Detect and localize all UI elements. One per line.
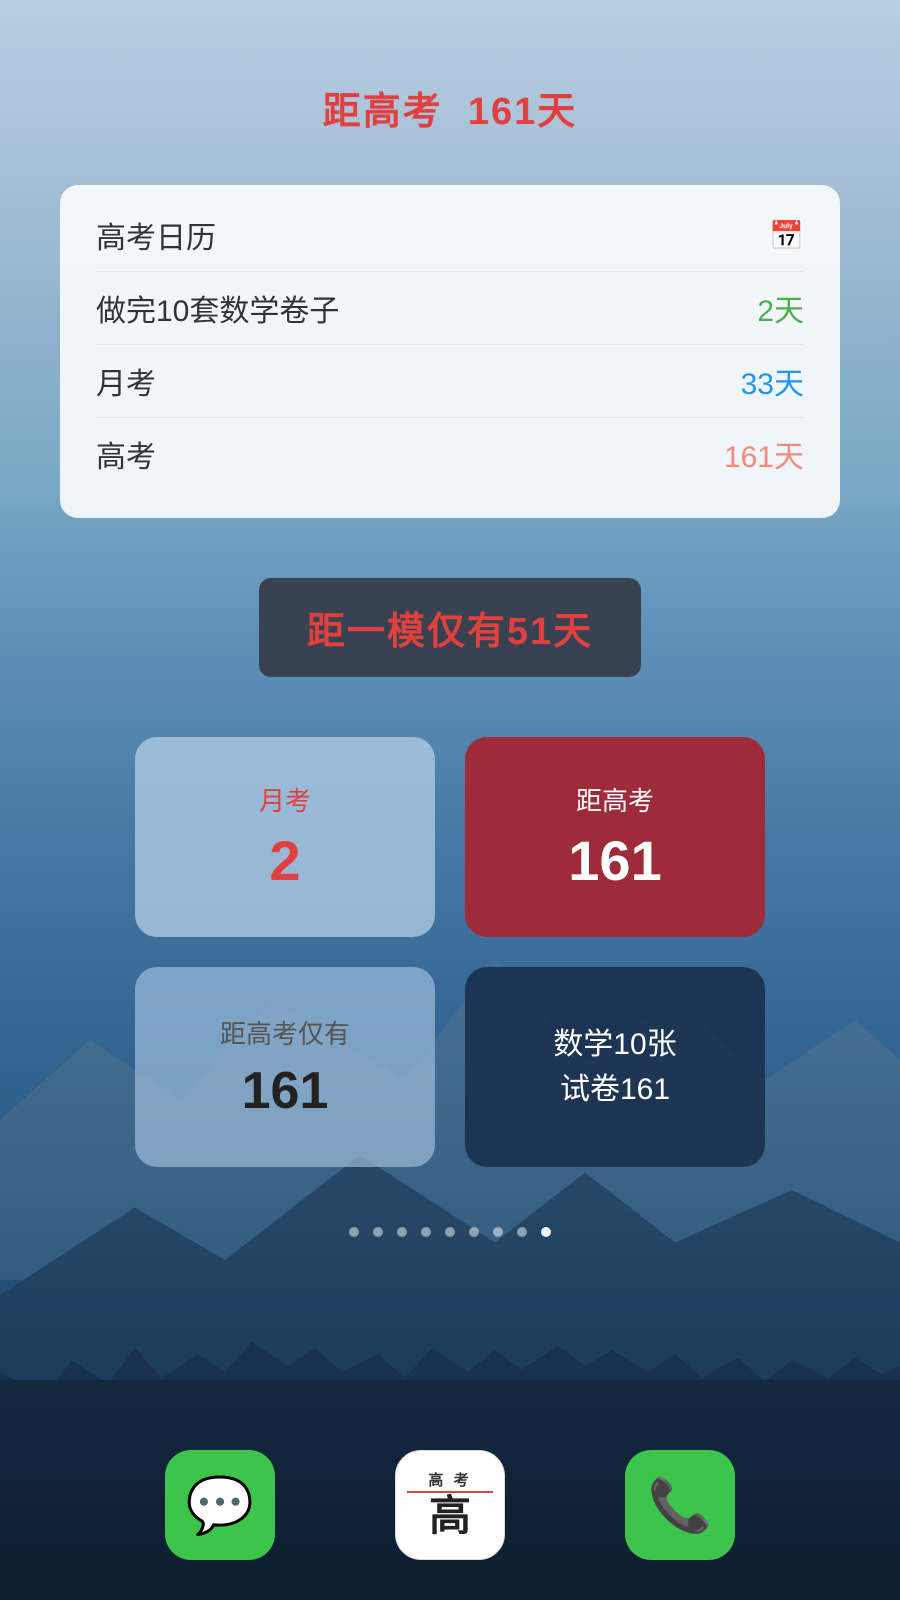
gaokao-top-text: 高 考 (407, 1473, 493, 1493)
dot-2[interactable] (373, 1227, 383, 1237)
gaokao-char: 高 (429, 1495, 471, 1537)
dock-gaokao[interactable]: 高 考 高 (395, 1450, 505, 1560)
dot-9[interactable] (541, 1227, 551, 1237)
widget-monthly-label: 月考 (259, 781, 311, 818)
card-title-row: 高考日历 📅 (96, 213, 804, 272)
widget-gaokao-only-label: 距高考仅有 (220, 1014, 350, 1051)
widget-gaokao-only-number: 161 (242, 1061, 329, 1121)
widget-gaokao[interactable]: 距高考 161 (465, 737, 765, 937)
banner[interactable]: 距一模仅有51天 (259, 578, 641, 677)
card-row-monthly-value: 33天 (741, 359, 804, 403)
card-row-monthly[interactable]: 月考 33天 (96, 345, 804, 418)
page-dots (349, 1227, 551, 1237)
card-row-monthly-label: 月考 (96, 359, 156, 403)
card-widget: 高考日历 📅 做完10套数学卷子 2天 月考 33天 高考 161天 (60, 185, 840, 518)
dock-messages[interactable]: 💬 (165, 1450, 275, 1560)
dot-1[interactable] (349, 1227, 359, 1237)
dot-7[interactable] (493, 1227, 503, 1237)
dot-6[interactable] (469, 1227, 479, 1237)
dot-4[interactable] (421, 1227, 431, 1237)
dot-3[interactable] (397, 1227, 407, 1237)
card-row-gaokao-value: 161天 (724, 432, 804, 476)
widget-monthly[interactable]: 月考 2 (135, 737, 435, 937)
widget-monthly-number: 2 (269, 828, 300, 893)
card-title: 高考日历 (96, 213, 216, 257)
dock: 💬 高 考 高 📞 (0, 1450, 900, 1560)
dot-8[interactable] (517, 1227, 527, 1237)
card-row-math-value: 2天 (757, 286, 804, 330)
top-countdown-days: 161天 (468, 91, 577, 133)
card-row-math-label: 做完10套数学卷子 (96, 286, 339, 330)
widget-gaokao-number: 161 (568, 828, 661, 893)
top-countdown-label: 距高考 (323, 91, 443, 133)
widget-math[interactable]: 数学10张 试卷161 (465, 967, 765, 1167)
card-row-gaokao-label: 高考 (96, 432, 156, 476)
messages-icon: 💬 (186, 1473, 254, 1538)
card-row-gaokao[interactable]: 高考 161天 (96, 418, 804, 490)
banner-text: 距一模仅有51天 (307, 611, 593, 653)
dot-5[interactable] (445, 1227, 455, 1237)
widget-grid: 月考 2 距高考 161 距高考仅有 161 数学10张 试卷161 (135, 737, 765, 1167)
card-row-math[interactable]: 做完10套数学卷子 2天 (96, 272, 804, 345)
widget-math-label: 数学10张 试卷161 (553, 1022, 676, 1112)
top-countdown: 距高考 161天 (323, 80, 578, 135)
phone-icon: 📞 (648, 1475, 713, 1536)
widget-gaokao-label: 距高考 (576, 781, 654, 818)
dock-phone[interactable]: 📞 (625, 1450, 735, 1560)
widget-gaokao-only[interactable]: 距高考仅有 161 (135, 967, 435, 1167)
calendar-icon: 📅 (769, 219, 804, 252)
